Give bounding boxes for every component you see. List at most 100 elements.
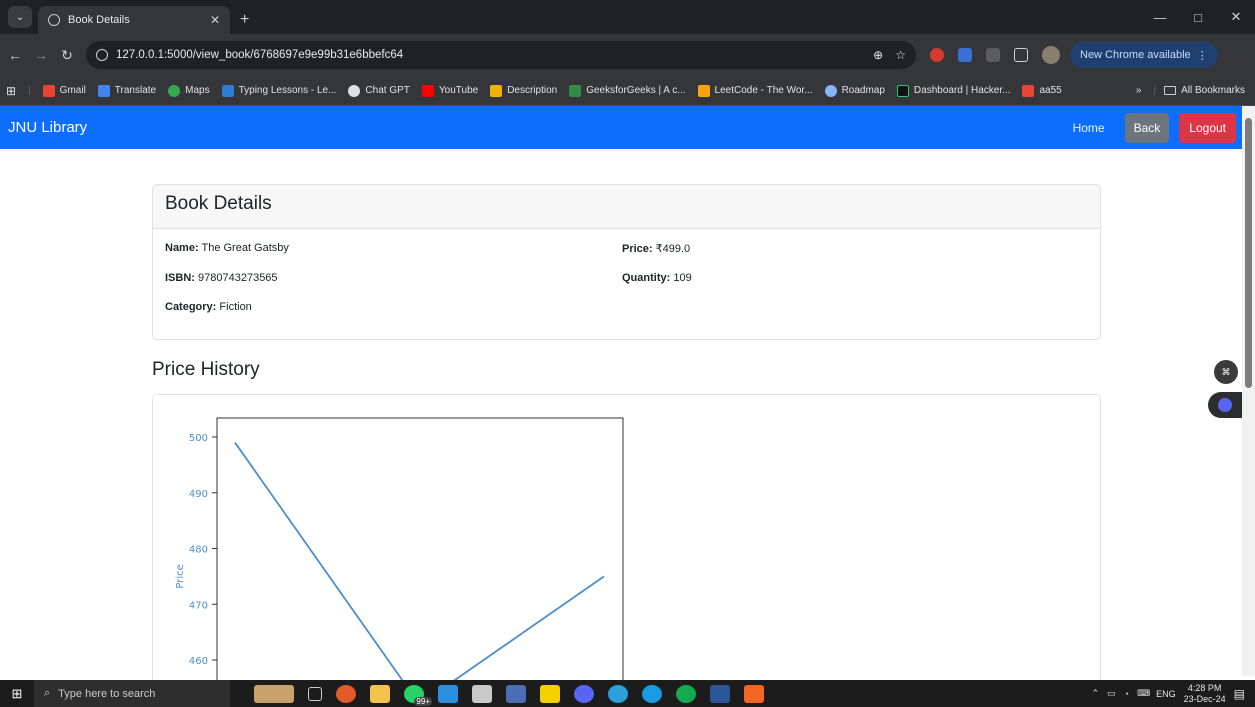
new-tab-button[interactable]: + — [240, 11, 249, 29]
windows-start-icon[interactable]: ⊞ — [0, 686, 34, 702]
bookmark-item[interactable]: Dashboard | Hacker... — [896, 84, 1010, 97]
taskbar-search[interactable]: ⌕ Type here to search — [34, 680, 230, 707]
store-icon[interactable] — [472, 684, 492, 703]
kebab-menu-icon[interactable]: ⋮ — [1197, 49, 1208, 62]
bookmarks-overflow-icon[interactable]: » — [1136, 85, 1142, 96]
address-url[interactable]: 127.0.0.1:5000/view_book/6768697e9e99b31… — [116, 49, 861, 61]
page-scrollbar[interactable] — [1242, 106, 1255, 676]
y-tick-label: 500 — [189, 433, 208, 444]
tab-book-details[interactable]: Book Details ✕ — [38, 6, 230, 34]
tab-search-icon[interactable]: ⌄ — [8, 6, 32, 28]
y-axis-label: Price — [175, 564, 186, 588]
y-tick-label: 460 — [189, 656, 208, 667]
site-info-icon[interactable] — [96, 49, 108, 61]
wifi-icon[interactable]: ◔ — [1124, 689, 1129, 699]
clock-date: 23-Dec-24 — [1183, 693, 1226, 704]
bookmark-item[interactable]: Description — [490, 84, 557, 97]
book-quantity: 109 — [673, 272, 692, 284]
taskbar-search-placeholder[interactable]: Type here to search — [58, 688, 155, 700]
forward-arrow-icon[interactable]: → — [30, 47, 52, 63]
keyboard-icon[interactable]: ⌨ — [1137, 688, 1150, 699]
windows-taskbar: ⊞ ⌕ Type here to search 99+ ⌃ ▭ ◔ ⌨ ENG … — [0, 680, 1255, 707]
language-indicator[interactable]: ENG — [1156, 689, 1176, 699]
price-history-chart: 500 490 480 470 460 Price — [175, 417, 624, 693]
chrome-update-button[interactable]: New Chrome available ⋮ — [1070, 42, 1218, 68]
price-line — [234, 442, 605, 693]
book-name: The Great Gatsby — [201, 242, 289, 254]
app-navbar: JNU Library Home Back Logout — [0, 106, 1242, 149]
bookmark-item[interactable]: Chat GPT — [348, 84, 410, 97]
apps-grid-icon[interactable]: ⊞ — [6, 84, 16, 98]
price-history-heading: Price History — [152, 359, 260, 380]
logout-button[interactable]: Logout — [1179, 112, 1236, 143]
bookmark-item[interactable]: Translate — [97, 84, 156, 97]
whatsapp-icon[interactable]: 99+ — [404, 684, 432, 706]
bookmark-item[interactable]: aa55 — [1022, 84, 1062, 97]
price-label: Price: — [622, 243, 653, 255]
zoom-icon[interactable]: ⊕ — [873, 48, 883, 62]
app-icon[interactable] — [744, 684, 764, 703]
edge-icon[interactable] — [642, 684, 662, 703]
bookmarks-divider: | — [1153, 85, 1157, 96]
home-link[interactable]: Home — [1073, 121, 1105, 135]
ublock-extension-icon[interactable] — [930, 48, 944, 62]
task-view-icon[interactable] — [308, 686, 322, 701]
apps-widget-icon[interactable]: ⌘ — [1214, 360, 1238, 384]
isbn-label: ISBN: — [165, 272, 195, 284]
minimize-icon[interactable]: — — [1141, 10, 1179, 25]
book-price: ₹499.0 — [655, 243, 691, 255]
notifications-icon[interactable]: ▤ — [1234, 687, 1245, 701]
bookmark-item[interactable]: Gmail — [42, 84, 86, 97]
battery-icon[interactable]: ▭ — [1107, 688, 1116, 699]
notion-extension-icon[interactable] — [986, 48, 1000, 62]
star-icon[interactable]: ☆ — [895, 48, 906, 62]
globe-icon — [48, 14, 60, 26]
navbar-actions: Home Back Logout — [1073, 112, 1236, 143]
search-icon: ⌕ — [44, 687, 51, 699]
reload-icon[interactable]: ↻ — [56, 47, 78, 64]
all-bookmarks-link[interactable]: All Bookmarks — [1181, 85, 1245, 96]
chevron-up-icon[interactable]: ⌃ — [1092, 688, 1100, 699]
bookmarks-divider: | — [28, 85, 31, 96]
word-icon[interactable] — [710, 684, 730, 703]
weather-widget-icon[interactable] — [254, 684, 294, 703]
sticky-notes-icon[interactable] — [540, 684, 560, 703]
close-window-icon[interactable]: ✕ — [1217, 9, 1255, 25]
maximize-icon[interactable]: □ — [1179, 10, 1217, 25]
book-price-field: Price: ₹499.0 — [622, 242, 690, 255]
bookmark-item[interactable]: GeeksforGeeks | A c... — [569, 84, 686, 97]
bookmarks-right: » | All Bookmarks — [1136, 85, 1245, 96]
back-arrow-icon[interactable]: ← — [4, 47, 26, 63]
extensions-puzzle-icon[interactable] — [1014, 48, 1028, 62]
bookmark-item[interactable]: Typing Lessons - Le... — [221, 84, 336, 97]
back-button[interactable]: Back — [1124, 112, 1170, 143]
bookmark-item[interactable]: Maps — [168, 84, 210, 97]
book-name-field: Name: The Great Gatsby — [165, 242, 289, 254]
discord-icon[interactable] — [574, 684, 594, 703]
address-bar[interactable]: 127.0.0.1:5000/view_book/6768697e9e99b31… — [86, 41, 916, 69]
profile-avatar[interactable] — [1042, 46, 1060, 64]
assistant-widget-icon[interactable] — [1208, 392, 1242, 418]
scrollbar-thumb[interactable] — [1245, 118, 1252, 388]
folder-icon — [1164, 86, 1177, 95]
file-explorer-icon[interactable] — [370, 684, 390, 703]
browser-tab-strip: ⌄ Book Details ✕ + — □ ✕ — [0, 0, 1255, 34]
app-icon[interactable] — [506, 684, 526, 703]
bookmark-item[interactable]: LeetCode - The Wor... — [697, 84, 813, 97]
book-quantity-field: Quantity: 109 — [622, 272, 692, 284]
bookmark-item[interactable]: Roadmap — [824, 84, 885, 97]
bookmark-item[interactable]: YouTube — [421, 84, 478, 97]
y-tick-label: 490 — [189, 489, 208, 500]
vscode-icon[interactable] — [438, 684, 458, 703]
book-isbn: 9780743273565 — [198, 272, 278, 284]
extension-icon[interactable] — [958, 48, 972, 62]
window-controls: — □ ✕ — [1141, 0, 1255, 34]
mongodb-compass-icon[interactable] — [676, 684, 696, 703]
tab-close-icon[interactable]: ✕ — [210, 13, 220, 27]
book-category-field: Category: Fiction — [165, 301, 252, 313]
y-tick-label: 480 — [189, 545, 208, 556]
navbar-brand[interactable]: JNU Library — [8, 119, 87, 136]
telegram-icon[interactable] — [608, 684, 628, 703]
chrome-taskbar-icon[interactable] — [336, 684, 356, 703]
taskbar-clock[interactable]: 4:28 PM 23-Dec-24 — [1184, 683, 1226, 705]
